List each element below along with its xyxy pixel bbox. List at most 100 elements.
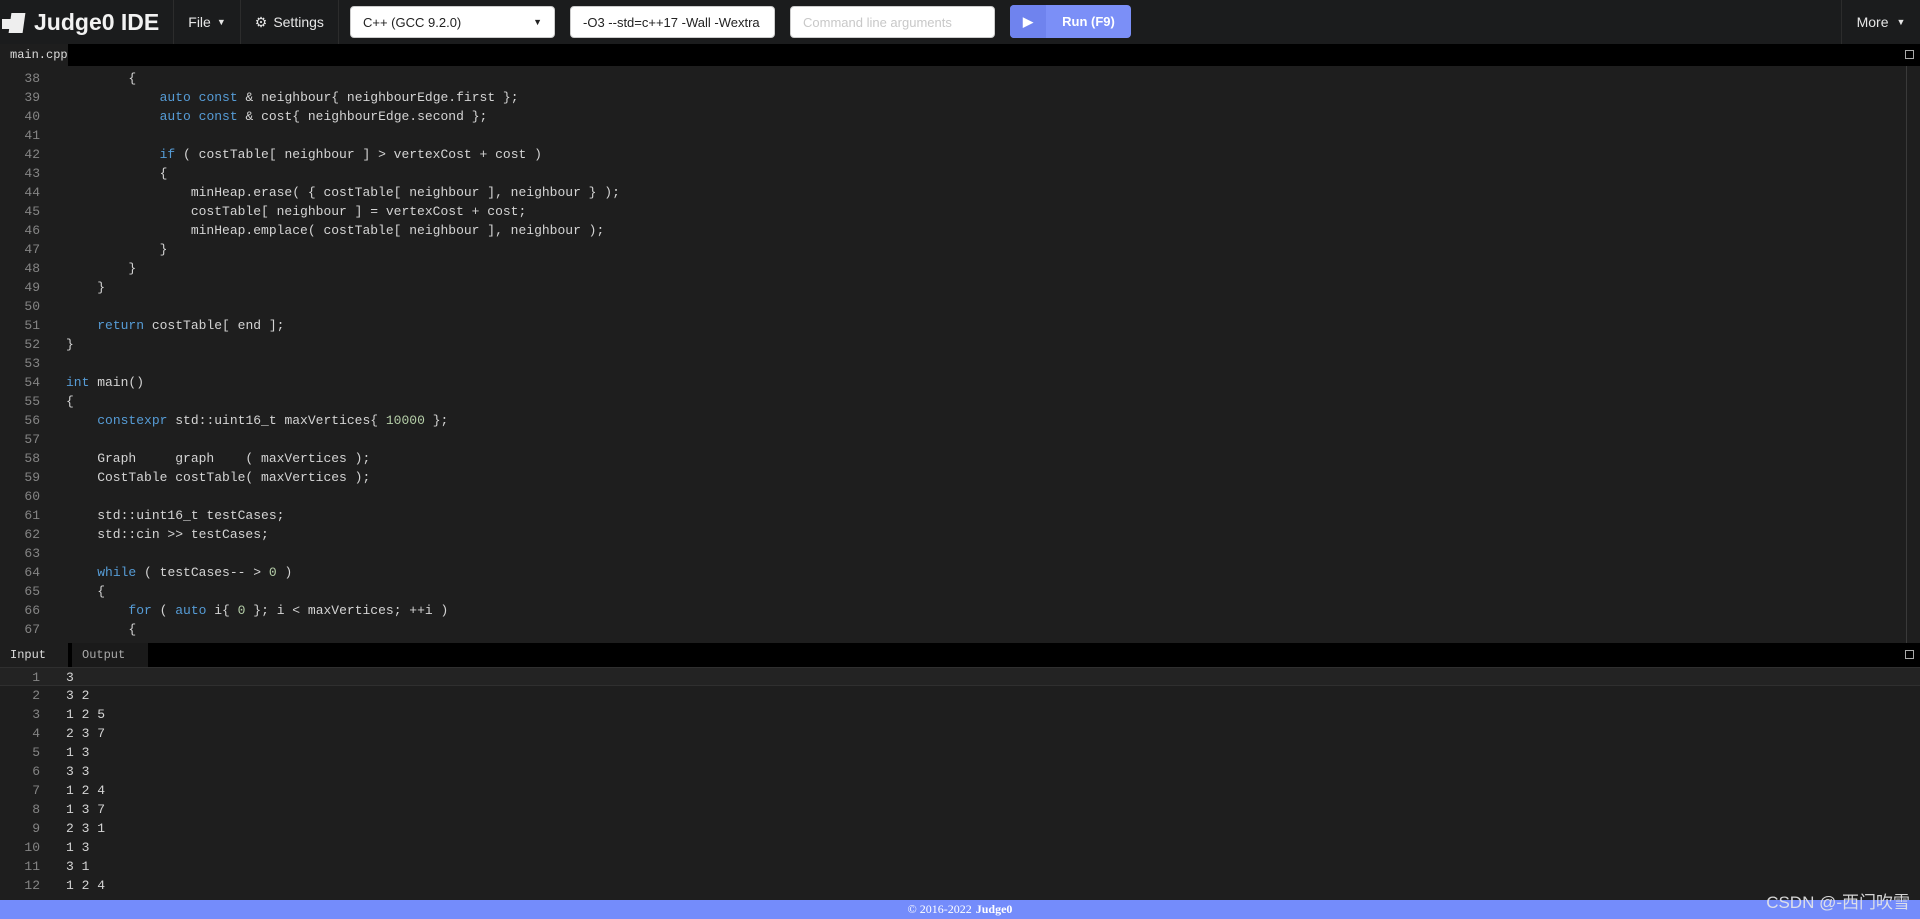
code-line: 55 { [0,392,1920,411]
editor-scrollbar[interactable] [1906,66,1920,643]
line-text: 3 1 [66,859,90,874]
line-text: } [66,259,136,278]
code-line: 49 } [0,278,1920,297]
code-token: std::uint16_t testCases; [66,508,285,523]
tab-output[interactable]: Output [72,643,148,667]
logo[interactable]: Judge0 IDE [0,0,175,44]
line-number: 50 [24,299,40,314]
line-number: 57 [24,432,40,447]
code-token: & cost{ neighbourEdge.second }; [237,109,488,124]
file-menu[interactable]: File ▼ [174,0,241,44]
keyword-token: const [198,90,238,105]
code-line: 53 [0,354,1920,373]
line-number: 9 [32,821,40,836]
maximize-icon[interactable] [1905,650,1914,659]
line-number: 62 [24,527,40,542]
brand-link[interactable]: Judge0 [976,902,1013,917]
line-number: 3 [32,707,40,722]
keyword-token: return [97,318,145,333]
input-line: 5 1 3 [0,743,1920,762]
line-text: if ( costTable[ neighbour ] > vertexCost… [66,145,542,164]
editor-tab-bar: main.cpp [0,44,1920,66]
line-number: 44 [24,185,40,200]
tab-input[interactable]: Input [0,643,68,667]
line-text: Graph graph ( maxVertices ); [66,449,370,468]
line-number: 66 [24,603,40,618]
code-line: 56 constexpr std::uint16_t maxVertices{ … [0,411,1920,430]
line-number: 52 [24,337,40,352]
code-token: }; [424,413,449,428]
line-number: 42 [24,147,40,162]
code-line: 48 } [0,259,1920,278]
code-line: 67 { [0,620,1920,639]
code-line: 45 costTable[ neighbour ] = vertexCost +… [0,202,1920,221]
input-line: 6 3 3 [0,762,1920,781]
stdin-editor[interactable]: 1323 231 2 542 3 751 363 371 2 481 3 792… [0,667,1920,900]
line-number: 5 [32,745,40,760]
code-line: 63 [0,544,1920,563]
line-text: minHeap.erase( { costTable[ neighbour ],… [66,183,620,202]
line-number: 10 [24,840,40,855]
code-token: ) [276,565,293,580]
app-title: Judge0 IDE [34,8,160,35]
code-line: 62 std::cin >> testCases; [0,525,1920,544]
line-number: 63 [24,546,40,561]
input-line: 9 2 3 1 [0,819,1920,838]
input-line: 12 1 2 4 [0,876,1920,895]
line-text: } [66,335,74,354]
code-line: 61 std::uint16_t testCases; [0,506,1920,525]
compiler-options-input[interactable]: -O3 --std=c++17 -Wall -Wextra [570,6,775,38]
code-line: 54 int main() [0,373,1920,392]
code-editor[interactable]: 38 {39 auto const & neighbour{ neighbour… [0,66,1920,643]
code-token: ( costTable[ neighbour ] > vertexCost + … [175,147,542,162]
settings-label: Settings [273,14,324,30]
tab-main-cpp[interactable]: main.cpp [0,44,68,66]
code-token: costTable[ neighbour ] = vertexCost + co… [66,204,527,219]
language-select[interactable]: C++ (GCC 9.2.0) ▼ [350,6,555,38]
line-number: 12 [24,878,40,893]
gavel-icon [2,11,26,33]
keyword-token: if [159,147,176,162]
line-text: { [66,582,105,601]
line-text: while ( testCases-- > 0 ) [66,563,292,582]
code-token: { [66,622,137,637]
watermark: CSDN @-西门吹雪 [1766,893,1910,912]
number-token: 0 [268,565,277,580]
line-text: constexpr std::uint16_t maxVertices{ 100… [66,411,448,430]
line-text: 1 2 4 [66,878,106,893]
code-line: 52} [0,335,1920,354]
line-number: 8 [32,802,40,817]
more-menu[interactable]: More ▼ [1841,0,1920,44]
code-line: 40 auto const & cost{ neighbourEdge.seco… [0,107,1920,126]
line-number: 6 [32,764,40,779]
line-text: 1 2 5 [66,707,106,722]
line-text: 1 2 4 [66,783,106,798]
keyword-token: auto [159,90,191,105]
settings-button[interactable]: ⚙ Settings [241,0,339,44]
command-line-arguments-input[interactable]: Command line arguments [790,6,995,38]
code-token: { [66,584,106,599]
maximize-icon[interactable] [1905,50,1914,59]
code-token: } [66,261,137,276]
line-text: auto const & neighbour{ neighbourEdge.fi… [66,88,519,107]
input-line: 8 1 3 7 [0,800,1920,819]
line-text: int main() [66,373,144,392]
line-number: 53 [24,356,40,371]
code-token: minHeap.emplace( costTable[ neighbour ],… [66,223,605,238]
line-number: 40 [24,109,40,124]
code-token: }; i < maxVertices; ++i ) [245,603,449,618]
keyword-token: int [66,375,90,390]
line-number: 39 [24,90,40,105]
keyword-token: auto [175,603,207,618]
code-line: 43 { [0,164,1920,183]
more-label: More [1856,14,1889,30]
line-text: return costTable[ end ]; [66,316,284,335]
run-button[interactable]: ▶ Run (F9) [1010,5,1131,38]
code-token: { [66,71,137,86]
line-number: 11 [24,859,40,874]
